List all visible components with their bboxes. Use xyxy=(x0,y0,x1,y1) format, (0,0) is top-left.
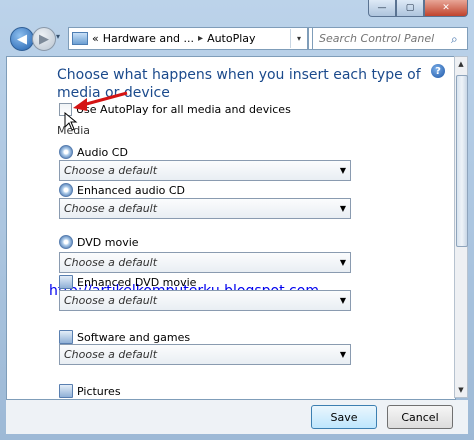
enhanced-audio-cd-select[interactable]: Choose a default ▼ xyxy=(59,198,351,219)
pictures-label: Pictures xyxy=(59,384,121,398)
cancel-button[interactable]: Cancel xyxy=(387,405,453,429)
select-value: Choose a default xyxy=(64,256,158,269)
close-button[interactable]: ✕ xyxy=(424,0,468,17)
control-panel-folder-icon xyxy=(72,32,88,45)
breadcrumb-lead[interactable]: « xyxy=(92,32,99,45)
scroll-down-icon[interactable]: ▼ xyxy=(455,383,467,397)
audio-cd-icon xyxy=(59,145,73,159)
item-label: Software and games xyxy=(77,330,191,344)
address-dropdown-icon[interactable]: ▾ xyxy=(290,29,307,48)
audio-cd-label: Audio CD xyxy=(59,145,128,159)
address-bar[interactable]: « Hardware and ... ▸ AutoPlay ▾ xyxy=(68,27,308,50)
chevron-down-icon: ▼ xyxy=(339,166,347,175)
forward-button[interactable]: ▶ xyxy=(32,27,56,51)
window-frame: — ▢ ✕ ◀ ▶ ▾ « Hardware and ... ▸ AutoPla… xyxy=(0,0,474,440)
enhanced-dvd-movie-select[interactable]: Choose a default ▼ xyxy=(59,290,351,311)
chevron-down-icon: ▼ xyxy=(339,296,347,305)
search-icon[interactable]: ⌕ xyxy=(451,32,465,46)
maximize-button[interactable]: ▢ xyxy=(396,0,424,17)
breadcrumb-autoplay[interactable]: AutoPlay xyxy=(207,32,255,45)
select-value: Choose a default xyxy=(64,164,158,177)
red-arrow-head xyxy=(73,98,87,111)
enhanced-dvd-movie-icon xyxy=(59,275,73,289)
recent-pages-icon[interactable]: ▾ xyxy=(56,32,60,41)
navigation-bar: ◀ ▶ ▾ « Hardware and ... ▸ AutoPlay ▾ ↻ … xyxy=(6,26,468,52)
select-value: Choose a default xyxy=(64,294,158,307)
software-and-games-icon xyxy=(59,330,73,344)
breadcrumb-separator[interactable]: ▸ xyxy=(198,33,203,44)
chevron-down-icon: ▼ xyxy=(339,350,347,359)
back-button[interactable]: ◀ xyxy=(10,27,34,51)
dvd-movie-label: DVD movie xyxy=(59,235,139,249)
item-label: DVD movie xyxy=(77,235,139,249)
software-and-games-select[interactable]: Choose a default ▼ xyxy=(59,344,351,365)
caption-buttons: — ▢ ✕ xyxy=(368,0,468,18)
save-button[interactable]: Save xyxy=(311,405,377,429)
media-section-label: Media xyxy=(57,124,91,137)
minimize-button[interactable]: — xyxy=(368,0,396,17)
audio-cd-select[interactable]: Choose a default ▼ xyxy=(59,160,351,181)
enhanced-dvd-movie-label: Enhanced DVD movie xyxy=(59,275,196,289)
item-label: Enhanced audio CD xyxy=(77,183,186,197)
software-and-games-label: Software and games xyxy=(59,330,190,344)
chevron-down-icon: ▼ xyxy=(339,204,347,213)
scroll-thumb[interactable] xyxy=(456,75,468,247)
main-content: Choose what happens when you insert each… xyxy=(6,56,456,400)
dvd-movie-select[interactable]: Choose a default ▼ xyxy=(59,252,351,273)
item-label: Audio CD xyxy=(77,145,128,159)
footer-bar: Save Cancel xyxy=(6,400,468,434)
search-box[interactable]: ⌕ xyxy=(312,27,468,50)
chevron-down-icon: ▼ xyxy=(339,258,347,267)
pictures-icon xyxy=(59,384,73,398)
help-icon[interactable]: ? xyxy=(431,64,445,78)
dvd-movie-icon xyxy=(59,235,73,249)
scroll-up-icon[interactable]: ▲ xyxy=(455,57,467,71)
search-input[interactable] xyxy=(317,31,449,46)
select-value: Choose a default xyxy=(64,348,158,361)
breadcrumb-hardware[interactable]: Hardware and ... xyxy=(103,32,194,45)
enhanced-audio-cd-label: Enhanced audio CD xyxy=(59,183,185,197)
enhanced-audio-cd-icon xyxy=(59,183,73,197)
item-label: Enhanced DVD movie xyxy=(77,275,197,289)
select-value: Choose a default xyxy=(64,202,158,215)
item-label: Pictures xyxy=(77,384,121,398)
vertical-scrollbar[interactable]: ▲ ▼ xyxy=(454,56,468,398)
